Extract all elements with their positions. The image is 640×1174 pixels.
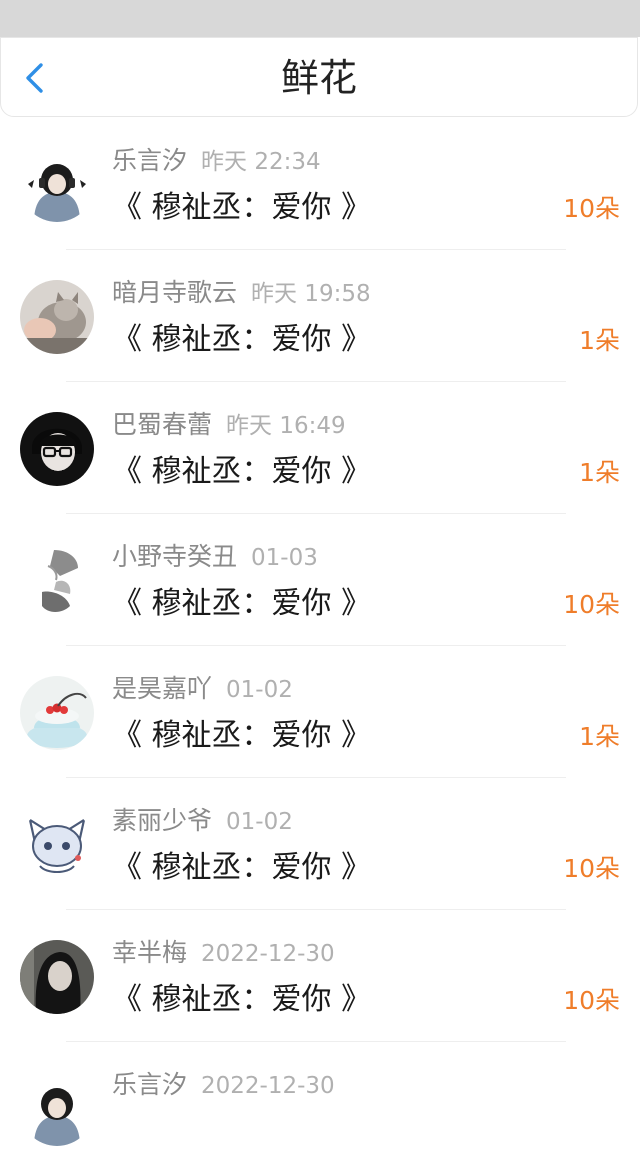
list-item[interactable]: 小野寺癸丑 01-03 《 穆祉丞：爱你 》 10朵 [0, 514, 640, 646]
avatar-grey-sketch[interactable] [20, 544, 94, 618]
list-item[interactable]: 乐言汐 昨天 22:34 《 穆祉丞：爱你 》 10朵 [0, 118, 640, 250]
user-line: 是昊嘉吖 01-02 [112, 672, 293, 709]
user-line: 暗月寺歌云 昨天 19:58 [112, 276, 371, 313]
user-line: 小野寺癸丑 01-03 [112, 540, 318, 577]
timestamp: 01-02 [226, 677, 293, 703]
avatar-hooded-boy[interactable] [20, 148, 94, 222]
gift-title: 《 穆祉丞：爱你 》 [112, 190, 372, 225]
gift-title: 《 穆祉丞：爱你 》 [112, 982, 372, 1017]
avatar-kitten[interactable] [20, 280, 94, 354]
timestamp: 01-03 [251, 545, 318, 571]
page-title: 鲜花 [280, 56, 357, 100]
timestamp: 01-02 [226, 809, 293, 835]
user-name[interactable]: 素丽少爷 [112, 806, 212, 835]
gift-title: 《 穆祉丞：爱你 》 [112, 454, 372, 489]
list-item[interactable]: 乐言汐 2022-12-30 [0, 1042, 640, 1174]
user-line: 乐言汐 2022-12-30 [112, 1068, 335, 1105]
user-name[interactable]: 暗月寺歌云 [112, 278, 237, 307]
flower-count: 1朵 [579, 722, 620, 751]
user-name[interactable]: 小野寺癸丑 [112, 542, 237, 571]
list-item[interactable]: 暗月寺歌云 昨天 19:58 《 穆祉丞：爱你 》 1朵 [0, 250, 640, 382]
user-line: 幸半梅 2022-12-30 [112, 936, 335, 973]
user-name[interactable]: 是昊嘉吖 [112, 674, 212, 703]
user-name[interactable]: 乐言汐 [112, 146, 187, 175]
flower-count: 10朵 [563, 854, 620, 883]
avatar-blue-cat[interactable] [20, 808, 94, 882]
user-name[interactable]: 乐言汐 [112, 1070, 187, 1099]
gift-title: 《 穆祉丞：爱你 》 [112, 322, 372, 357]
timestamp: 2022-12-30 [201, 941, 335, 967]
user-name[interactable]: 巴蜀春蕾 [112, 410, 212, 439]
flower-count: 10朵 [563, 194, 620, 223]
timestamp: 昨天 22:34 [201, 149, 321, 175]
gift-title: 《 穆祉丞：爱你 》 [112, 718, 372, 753]
list-item[interactable]: 巴蜀春蕾 昨天 16:49 《 穆祉丞：爱你 》 1朵 [0, 382, 640, 514]
avatar-glasses-boy[interactable] [20, 412, 94, 486]
timestamp: 昨天 19:58 [251, 281, 371, 307]
avatar-cake[interactable] [20, 676, 94, 750]
timestamp: 昨天 16:49 [226, 413, 346, 439]
flower-count: 1朵 [579, 326, 620, 355]
list-item[interactable]: 幸半梅 2022-12-30 《 穆祉丞：爱你 》 10朵 [0, 910, 640, 1042]
avatar-dark-hair-girl[interactable] [20, 940, 94, 1014]
list-item[interactable]: 素丽少爷 01-02 《 穆祉丞：爱你 》 10朵 [0, 778, 640, 910]
flower-count: 10朵 [563, 590, 620, 619]
avatar-hooded-boy[interactable] [20, 1072, 94, 1146]
flower-count: 1朵 [579, 458, 620, 487]
gift-list: 乐言汐 昨天 22:34 《 穆祉丞：爱你 》 10朵 暗月寺歌云 昨天 19:58… [0, 118, 640, 1174]
flower-count: 10朵 [563, 986, 620, 1015]
user-name[interactable]: 幸半梅 [112, 938, 187, 967]
timestamp: 2022-12-30 [201, 1073, 335, 1099]
user-line: 巴蜀春蕾 昨天 16:49 [112, 408, 346, 445]
navigation-bar: 鲜花 [0, 37, 638, 117]
gift-title: 《 穆祉丞：爱你 》 [112, 850, 372, 885]
list-item[interactable]: 是昊嘉吖 01-02 《 穆祉丞：爱你 》 1朵 [0, 646, 640, 778]
status-bar-area [0, 0, 640, 37]
user-line: 乐言汐 昨天 22:34 [112, 144, 321, 181]
gift-title: 《 穆祉丞：爱你 》 [112, 586, 372, 621]
user-line: 素丽少爷 01-02 [112, 804, 293, 841]
